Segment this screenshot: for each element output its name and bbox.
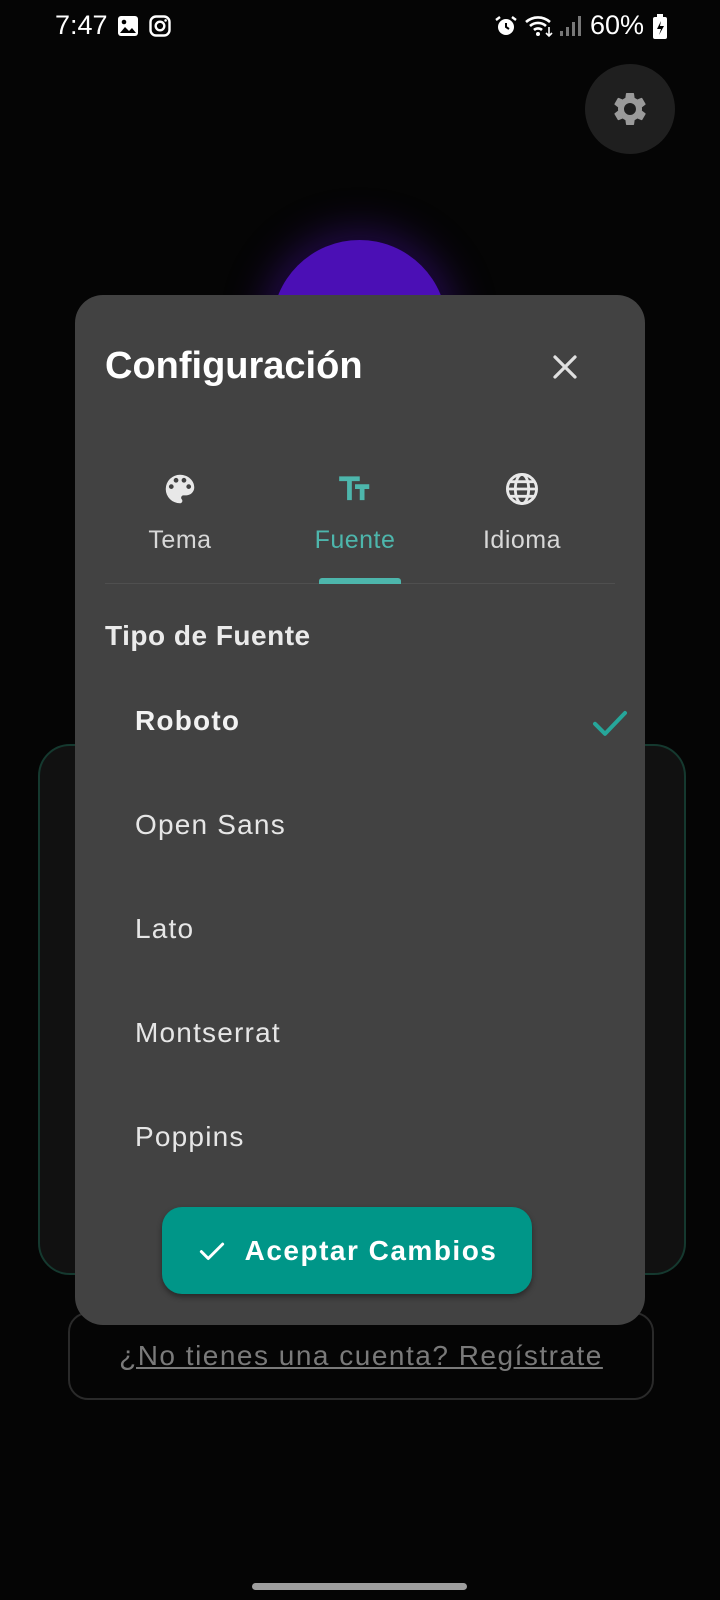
- register-link[interactable]: ¿No tienes una cuenta? Regístrate: [68, 1312, 654, 1400]
- status-time: 7:47: [55, 10, 108, 40]
- settings-button[interactable]: [585, 64, 675, 154]
- status-bar: 7:47 60%: [0, 0, 720, 52]
- accept-changes-label: Aceptar Cambios: [244, 1234, 498, 1266]
- tab-idioma[interactable]: Idioma: [437, 470, 607, 580]
- font-option-lato[interactable]: Lato: [135, 899, 575, 959]
- battery-percentage: 60%: [590, 10, 645, 40]
- check-icon: [199, 1242, 224, 1260]
- battery-charging-icon: [652, 14, 668, 45]
- tab-indicator: [319, 578, 401, 584]
- tab-fuente-label: Fuente: [314, 526, 396, 554]
- gear-icon: [614, 92, 646, 126]
- font-option-open-sans[interactable]: Open Sans: [135, 795, 575, 855]
- close-button[interactable]: [543, 345, 587, 389]
- tab-fuente[interactable]: Fuente: [270, 470, 440, 580]
- dialog-title: Configuración: [105, 345, 363, 387]
- font-option-poppins[interactable]: Poppins: [135, 1107, 575, 1167]
- register-link-label: ¿No tienes una cuenta? Regístrate: [119, 1340, 603, 1371]
- font-option-label: Lato: [135, 913, 195, 944]
- section-title: Tipo de Fuente: [105, 620, 311, 651]
- globe-icon: [506, 473, 538, 505]
- font-option-roboto[interactable]: Roboto: [135, 691, 627, 751]
- font-option-label: Poppins: [135, 1121, 245, 1152]
- text-fields-icon: [339, 476, 370, 501]
- font-option-label: Montserrat: [135, 1017, 281, 1048]
- font-option-montserrat[interactable]: Montserrat: [135, 1003, 575, 1063]
- tab-idioma-label: Idioma: [482, 526, 562, 554]
- tab-tema-label: Tema: [148, 526, 212, 554]
- close-icon: [553, 355, 577, 379]
- check-icon: [593, 711, 627, 736]
- home-indicator[interactable]: [252, 1583, 467, 1590]
- font-option-label: Open Sans: [135, 809, 286, 840]
- instagram-notification-icon: [148, 14, 172, 43]
- wifi-icon: [524, 14, 554, 43]
- font-option-label: Roboto: [135, 705, 241, 736]
- signal-icon: [558, 14, 582, 43]
- tab-tema[interactable]: Tema: [95, 470, 265, 580]
- palette-icon: [165, 474, 195, 504]
- gallery-notification-icon: [116, 14, 140, 43]
- alarm-icon: [494, 14, 518, 43]
- settings-dialog: Configuración Tema Fuente Idioma Tipo de…: [75, 295, 645, 1325]
- accept-changes-button[interactable]: Aceptar Cambios: [162, 1207, 532, 1294]
